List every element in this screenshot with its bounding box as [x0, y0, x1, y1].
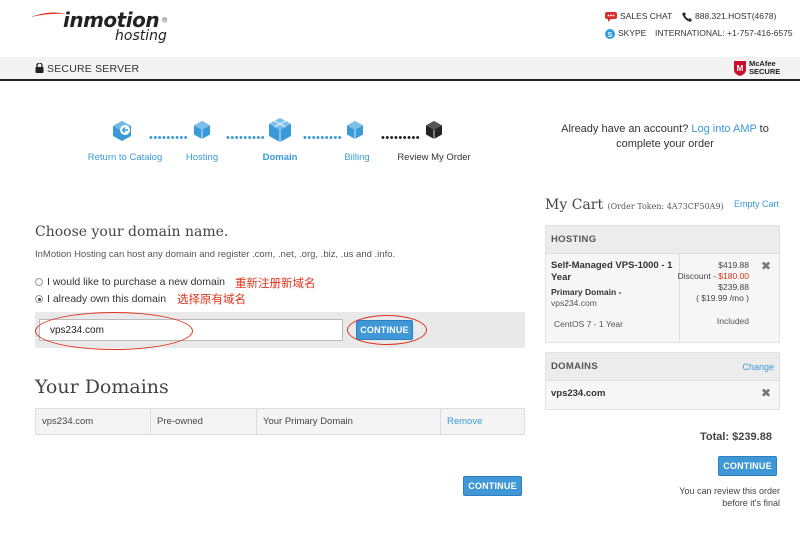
hosting-discount: Discount - $180.00	[678, 271, 749, 282]
secure-server-text: SECURE SERVER	[47, 63, 140, 75]
domain-status-cell: Pre-owned	[151, 409, 257, 434]
sales-chat-label: SALES CHAT	[620, 11, 673, 21]
cart-total: Total: $239.88	[700, 431, 772, 443]
step-connector: •••••••••	[149, 132, 189, 144]
step-connector: •••••••••	[381, 132, 421, 144]
billing-cube-icon	[347, 121, 363, 139]
radio-new-domain[interactable]	[35, 278, 43, 287]
hosting-price: $419.88	[718, 260, 749, 270]
hosting-pricing: $419.88 Discount - $180.00 $239.88 ( $19…	[678, 260, 749, 304]
sales-chat-link[interactable]: SALES CHAT	[605, 11, 672, 22]
hosting-cube-icon	[194, 121, 210, 139]
registered-mark: ®	[162, 17, 168, 25]
remove-domain-icon[interactable]: ✖	[761, 386, 771, 400]
skype-link[interactable]: S SKYPE	[605, 28, 646, 39]
logo-subtitle: hosting	[115, 28, 167, 44]
cart-domain-item: vps234.com	[551, 388, 606, 399]
primary-domain-value: vps234.com	[551, 298, 597, 308]
hosting-monthly: ( $19.99 /mo )	[696, 293, 749, 303]
review-note: You can review this order before it's fi…	[679, 486, 780, 508]
order-token: (Order Token: 4A73CF50A9)	[607, 202, 724, 211]
step-domain	[267, 117, 293, 143]
return-cube-icon	[113, 121, 131, 141]
international-phone: INTERNATIONAL: +1-757-416-6575	[655, 28, 793, 38]
phone-icon	[682, 11, 692, 22]
hosting-panel: HOSTING Self-Managed VPS-1000 - 1 Year P…	[545, 225, 780, 343]
step-label-billing: Billing	[344, 152, 370, 163]
annotation-own-domain: 选择原有域名	[177, 292, 246, 306]
skype-label: SKYPE	[618, 28, 647, 38]
skype-icon: S	[605, 28, 615, 39]
checkout-steps: Return to Catalog ••••••••• Hosting ••••…	[80, 117, 490, 170]
radio-own-domain[interactable]	[35, 295, 43, 304]
account-prefix: Already have an account?	[561, 123, 692, 135]
site-header: inmotion ® hosting SALES CHAT 888.321.HO…	[0, 0, 800, 57]
os-item: CentOS 7 - 1 Year	[554, 319, 623, 329]
step-label-domain: Domain	[262, 152, 298, 163]
mcafee-badge[interactable]: M McAfee SECURE	[734, 60, 780, 78]
log-into-amp-link[interactable]: Log into AMP	[691, 123, 756, 135]
cart-title: My Cart (Order Token: 4A73CF50A9)	[545, 197, 724, 213]
step-billing	[345, 120, 365, 140]
cart-title-text: My Cart	[545, 197, 604, 213]
review-cube-icon	[426, 121, 442, 139]
domain-role-cell: Your Primary Domain	[257, 409, 441, 434]
choose-domain-title: Choose your domain name.	[35, 224, 229, 240]
account-prompt: Already have an account? Log into AMP to…	[555, 122, 775, 152]
step-return-to-catalog[interactable]	[111, 120, 133, 142]
mcafee-shield-icon: M	[734, 61, 746, 76]
secure-server-label: SECURE SERVER	[35, 62, 140, 75]
option-own-domain-label[interactable]: I already own this domain	[47, 293, 166, 305]
domain-cell: vps234.com	[36, 409, 151, 434]
remove-domain-link[interactable]: Remove	[441, 409, 524, 434]
inmotion-logo[interactable]: inmotion ® hosting	[31, 8, 168, 44]
hosting-item-name: Self-Managed VPS-1000 - 1 Year	[551, 260, 673, 283]
step-review	[424, 120, 444, 140]
logo-swoosh-icon	[31, 12, 67, 17]
annotation-ellipse-button	[347, 315, 427, 345]
hosting-subtotal: $239.88	[718, 282, 749, 292]
your-domains-title: Your Domains	[35, 376, 169, 398]
step-label-hosting[interactable]: Hosting	[186, 152, 218, 163]
hosting-panel-header: HOSTING	[546, 226, 779, 254]
main-continue-button[interactable]: CONTINUE	[463, 476, 522, 496]
phone-number: 888.321.HOST(4678)	[695, 11, 777, 21]
svg-text:M: M	[737, 64, 744, 73]
remove-hosting-icon[interactable]: ✖	[761, 259, 771, 273]
svg-text:S: S	[608, 32, 613, 39]
os-price: Included	[716, 316, 749, 326]
phone-contact[interactable]: 888.321.HOST(4678)	[682, 11, 776, 22]
domain-description: InMotion Hosting can host any domain and…	[35, 249, 396, 260]
discount-label: Discount -	[677, 271, 719, 281]
change-domain-link[interactable]: Change	[742, 362, 774, 372]
annotation-ellipse-input	[35, 312, 193, 350]
your-domains-table: vps234.com Pre-owned Your Primary Domain…	[35, 408, 525, 435]
international-number: INTERNATIONAL: +1-757-416-6575	[655, 28, 793, 38]
domains-panel: DOMAINS Change vps234.com ✖	[545, 352, 780, 410]
step-label-return[interactable]: Return to Catalog	[88, 152, 162, 163]
primary-domain-label: Primary Domain -	[551, 287, 622, 297]
annotation-new-domain: 重新注册新域名	[235, 276, 316, 290]
domain-cube-icon	[269, 118, 291, 142]
empty-cart-link[interactable]: Empty Cart	[734, 199, 779, 209]
option-new-domain[interactable]: I would like to purchase a new domain	[35, 276, 225, 288]
lock-icon	[35, 62, 44, 73]
option-own-domain[interactable]: I already own this domain	[35, 293, 166, 305]
discount-value: $180.00	[718, 271, 749, 281]
cart-continue-button[interactable]: CONTINUE	[718, 456, 777, 476]
step-label-review: Review My Order	[397, 152, 471, 163]
chat-icon	[605, 11, 617, 22]
option-new-domain-label[interactable]: I would like to purchase a new domain	[47, 276, 225, 288]
step-connector: •••••••••	[303, 132, 343, 144]
step-connector: •••••••••	[226, 132, 266, 144]
mcafee-line2: SECURE	[749, 67, 781, 76]
secure-server-bar: SECURE SERVER M McAfee SECURE	[0, 57, 800, 81]
step-hosting[interactable]	[192, 120, 212, 140]
